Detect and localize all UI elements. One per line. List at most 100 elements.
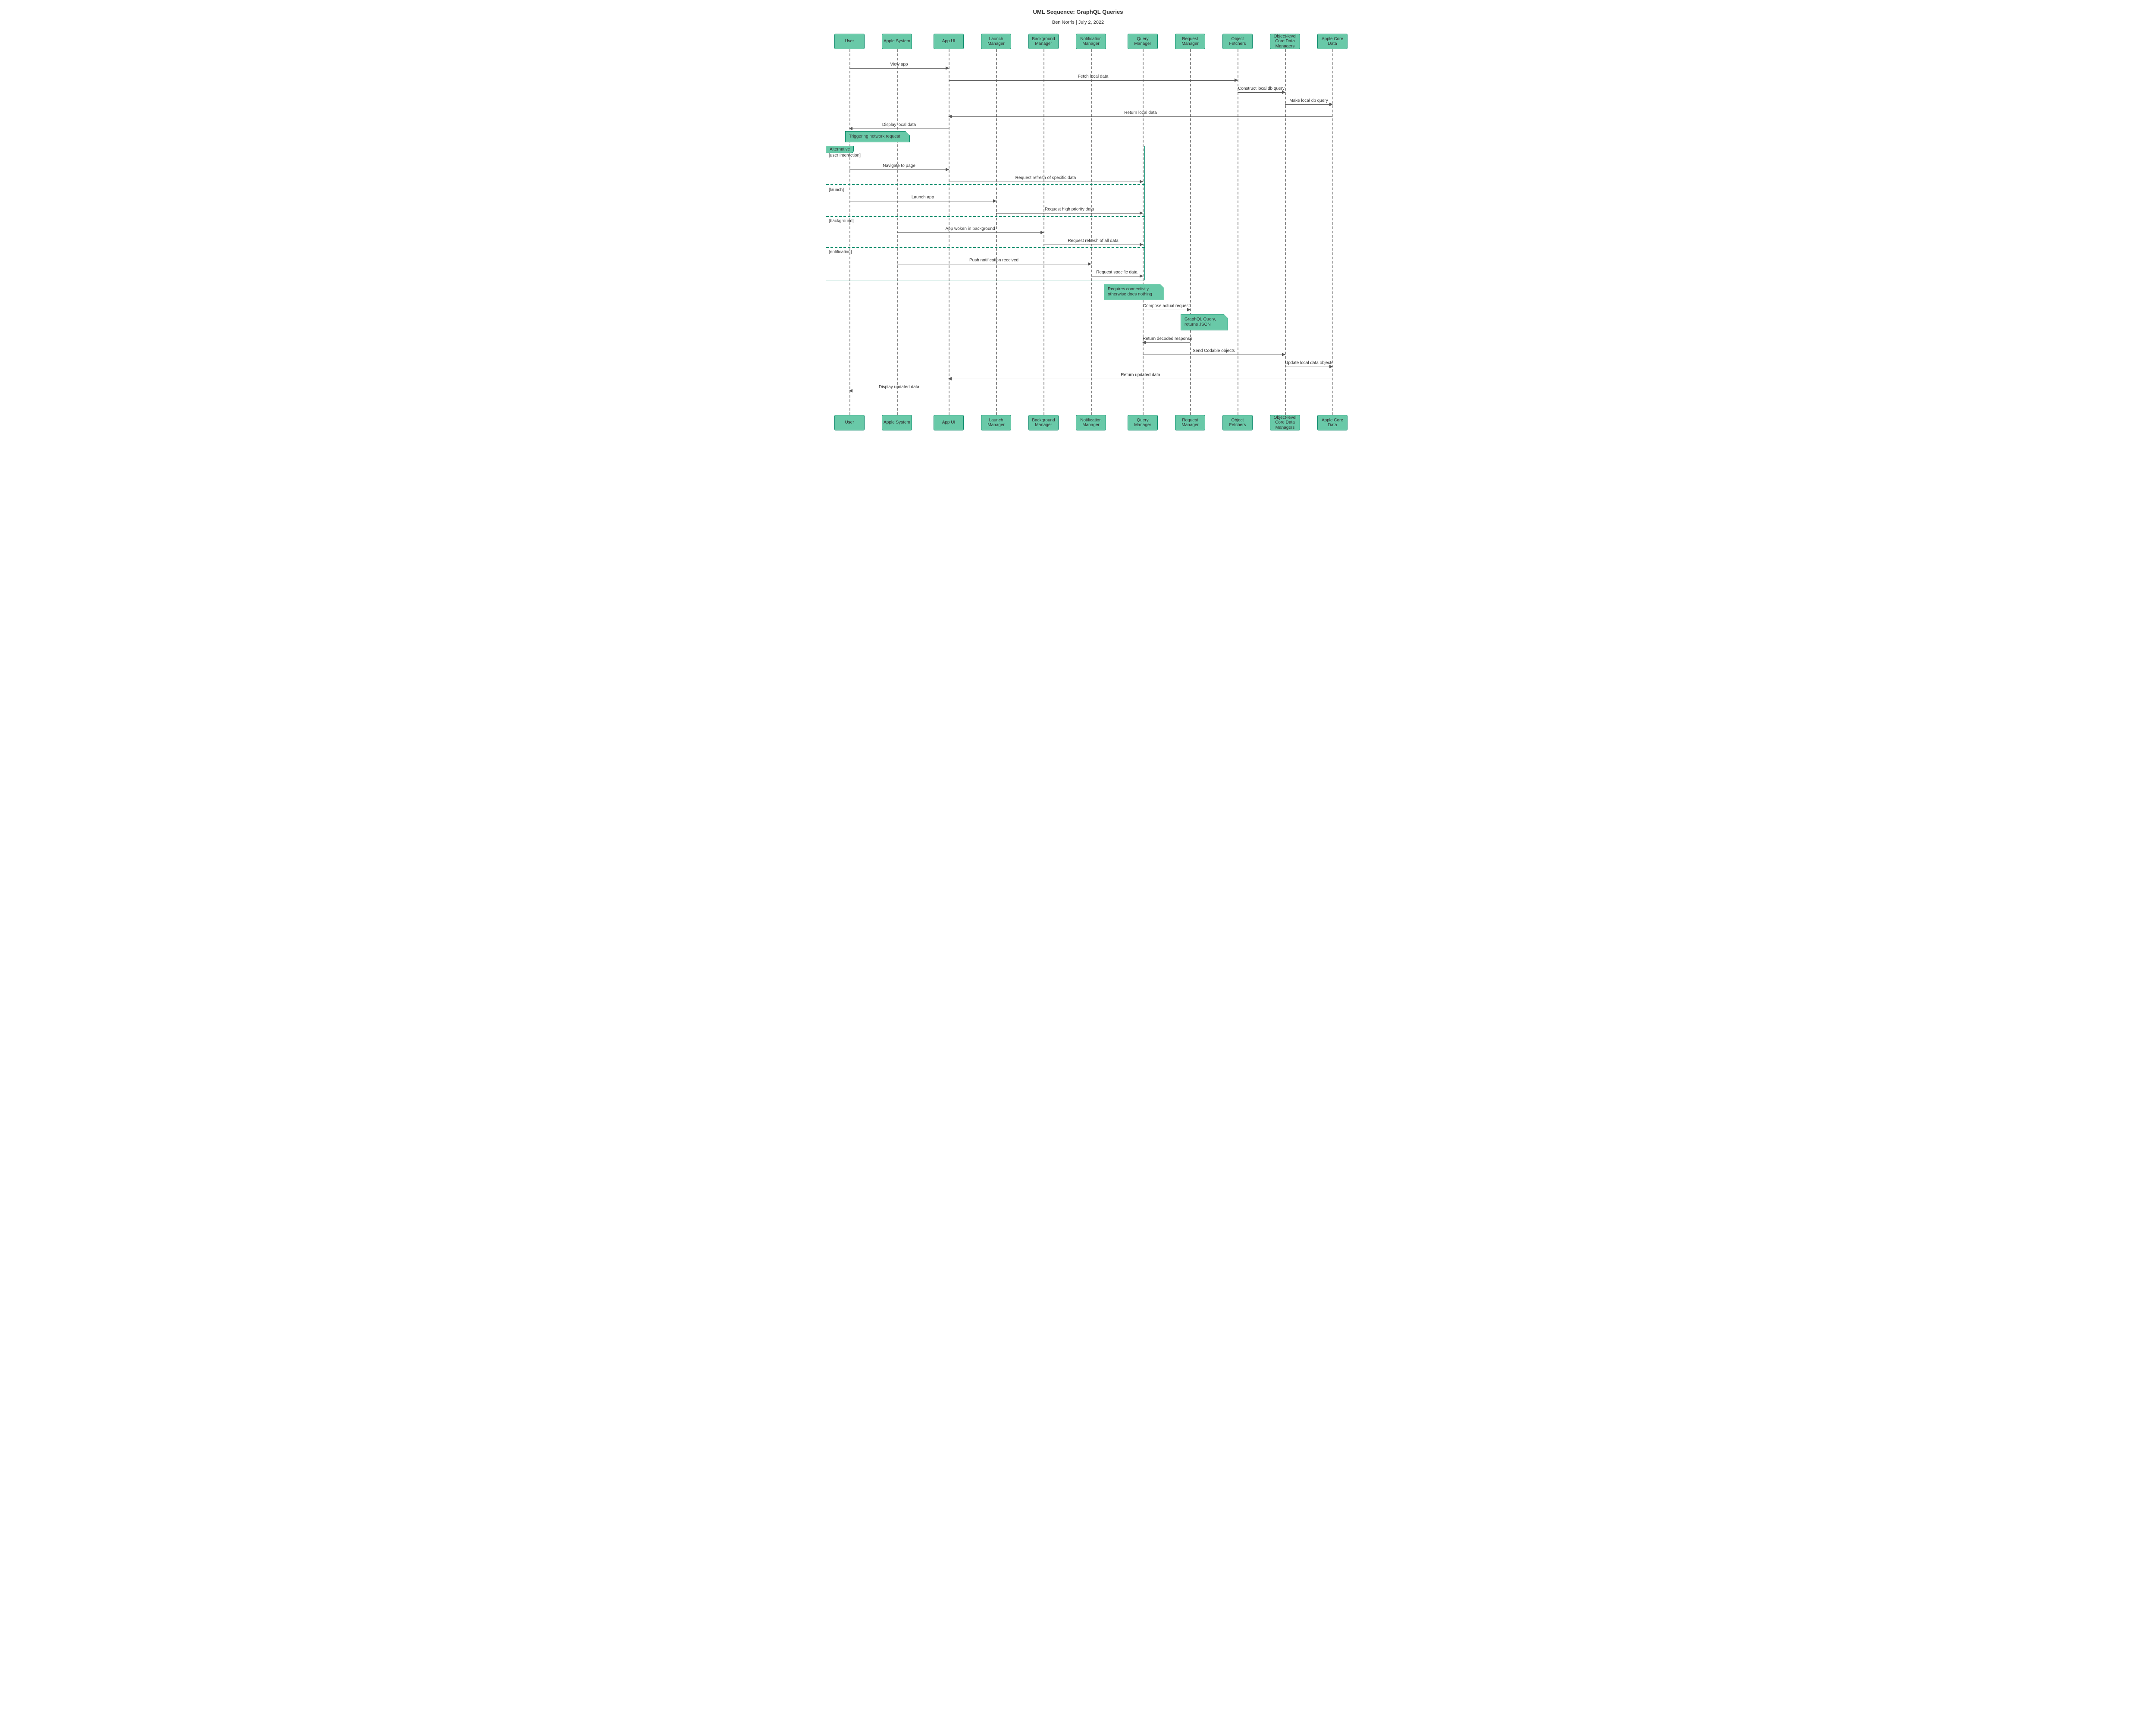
message: Navigate to page [849, 165, 949, 171]
message: Request high priority data [996, 209, 1143, 215]
message: View app [849, 64, 949, 70]
participant-apple-core-data: Apple Core Data [1317, 34, 1348, 49]
alt-separator [826, 216, 1144, 217]
message-label: App woken in background [897, 226, 1044, 231]
message-label: Return decoded response [1143, 336, 1190, 341]
message-label: Navigate to page [849, 163, 949, 168]
participant-app-ui-bottom: App UI [934, 415, 964, 430]
message-label: Display local data [849, 122, 949, 127]
message: Update local data objects [1285, 362, 1332, 368]
participant-apple-system-bottom: Apple System [882, 415, 912, 430]
guard-condition: [background] [829, 219, 854, 223]
arrow-icon [1282, 353, 1285, 356]
message: Compose actual request [1143, 305, 1190, 311]
participant-query-manager-bottom: Query Manager [1128, 415, 1158, 430]
arrow-icon [1040, 231, 1044, 234]
message: Request refresh of all data [1044, 240, 1143, 246]
message: Display local data [849, 124, 949, 130]
message-label: Display updated data [849, 385, 949, 389]
arrow-icon [1235, 78, 1238, 82]
message-line [996, 213, 1143, 214]
arrow-icon [948, 115, 952, 118]
participant-user-bottom: User [834, 415, 865, 430]
message-line [1285, 104, 1332, 105]
message-label: Fetch local data [949, 74, 1238, 79]
sequence-diagram: User User Apple System Apple System App UI Ap… [811, 34, 1345, 430]
arrow-icon [993, 199, 997, 203]
message: App woken in background [897, 228, 1044, 234]
message-label: Construct local db query [1238, 86, 1285, 91]
message-line [849, 68, 949, 69]
guard-condition: [notification] [829, 250, 852, 254]
message-label: Request high priority data [996, 207, 1143, 212]
participant-request-manager-bottom: Request Manager [1175, 415, 1205, 430]
note: GraphQL Query, returns JSON [1181, 314, 1228, 330]
arrow-icon [946, 168, 949, 171]
participant-apple-core-data-bottom: Apple Core Data [1317, 415, 1348, 430]
message: Return local data [949, 112, 1332, 118]
lifeline-request-manager [1190, 49, 1191, 415]
message: Send Codable objects [1143, 350, 1285, 356]
arrow-icon [1142, 341, 1146, 344]
participant-background-manager-bottom: Background Manager [1028, 415, 1059, 430]
arrow-icon [1140, 274, 1143, 278]
participant-apple-system: Apple System [882, 34, 912, 49]
message-label: Compose actual request [1143, 304, 1190, 308]
arrow-icon [849, 127, 852, 130]
alt-separator [826, 247, 1144, 248]
message: Make local db query [1285, 100, 1332, 106]
arrow-icon [849, 389, 852, 392]
message-line [949, 116, 1332, 117]
arrow-icon [1187, 308, 1191, 311]
participant-user: User [834, 34, 865, 49]
message-label: View app [849, 62, 949, 67]
arrow-icon [1140, 180, 1143, 183]
message: Push notification received [897, 260, 1091, 266]
message-label: Make local db query [1285, 98, 1332, 103]
participant-notification-manager: Notification Manager [1076, 34, 1106, 49]
arrow-icon [1140, 243, 1143, 246]
participant-core-data-managers-bottom: Object-level Core Data Managers [1270, 415, 1300, 430]
message: Request specific data [1091, 272, 1143, 278]
participant-background-manager: Background Manager [1028, 34, 1059, 49]
message: Return decoded response [1143, 338, 1190, 344]
message-label: Return local data [949, 110, 1332, 115]
message: Request refresh of specific data [949, 177, 1143, 183]
participant-notification-manager-bottom: Notification Manager [1076, 415, 1106, 430]
arrow-icon [948, 377, 952, 380]
message-label: Update local data objects [1285, 361, 1332, 365]
arrow-icon [1282, 91, 1285, 94]
message-line [897, 232, 1044, 233]
alt-separator [826, 184, 1144, 185]
arrow-icon [946, 66, 949, 70]
message: Fetch local data [949, 76, 1238, 82]
participant-launch-manager: Launch Manager [981, 34, 1011, 49]
message-line [1238, 92, 1285, 93]
message-line [1143, 342, 1190, 343]
message-label: Request specific data [1091, 270, 1143, 275]
arrow-icon [1329, 103, 1333, 106]
message: Launch app [849, 197, 996, 203]
message-label: Request refresh of all data [1044, 239, 1143, 243]
arrow-icon [1329, 365, 1333, 368]
participant-app-ui: App UI [934, 34, 964, 49]
note: Requires connectivity, otherwise does no… [1104, 284, 1164, 300]
participant-core-data-managers: Object-level Core Data Managers [1270, 34, 1300, 49]
message-label: Launch app [849, 195, 996, 200]
participant-query-manager: Query Manager [1128, 34, 1158, 49]
message-label: Return updated data [949, 373, 1332, 377]
message: Construct local db query [1238, 88, 1285, 94]
guard-condition: [user interaction] [829, 153, 861, 158]
message-label: Push notification received [897, 258, 1091, 263]
diagram-subtitle: Ben Norris | July 2, 2022 [811, 20, 1345, 25]
message-line [949, 80, 1238, 81]
title-block: UML Sequence: GraphQL Queries Ben Norris… [811, 9, 1345, 25]
message-label: Request refresh of specific data [949, 176, 1143, 180]
arrow-icon [1088, 262, 1091, 266]
note: Triggering network request [845, 131, 910, 142]
message-label: Send Codable objects [1143, 349, 1285, 353]
message: Display updated data [849, 386, 949, 392]
participant-object-fetchers-bottom: Object Fetchers [1222, 415, 1253, 430]
participant-object-fetchers: Object Fetchers [1222, 34, 1253, 49]
participant-launch-manager-bottom: Launch Manager [981, 415, 1011, 430]
